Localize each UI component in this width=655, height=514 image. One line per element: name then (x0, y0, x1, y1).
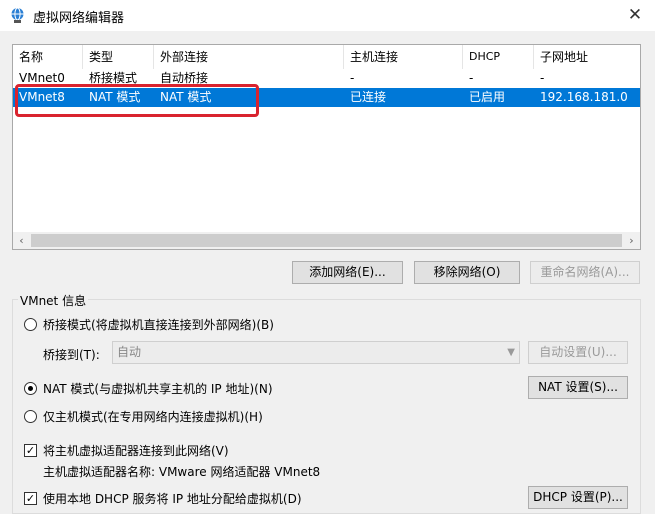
bridged-to-select[interactable]: 自动 ▼ (112, 341, 520, 364)
chevron-down-icon: ▼ (507, 347, 515, 358)
use-dhcp-label[interactable]: 使用本地 DHCP 服务将 IP 地址分配给虚拟机(D) (43, 490, 302, 507)
nat-mode-label[interactable]: NAT 模式(与虚拟机共享主机的 IP 地址)(N) (43, 380, 273, 397)
column-header-external[interactable]: 外部连接 (154, 45, 344, 69)
rename-network-button[interactable]: 重命名网络(A)... (530, 261, 640, 284)
close-icon[interactable]: ✕ (624, 5, 646, 25)
cell-host: 已连接 (350, 90, 387, 104)
remove-network-button[interactable]: 移除网络(O) (414, 261, 520, 284)
list-header: 名称 类型 外部连接 主机连接 DHCP 子网地址 (13, 45, 640, 69)
title-bar: 虚拟网络编辑器 ✕ (0, 0, 655, 31)
host-only-label[interactable]: 仅主机模式(在专用网络内连接虚拟机)(H) (43, 408, 263, 425)
cell-subnet: 192.168.181.0 (540, 90, 628, 104)
nat-settings-button[interactable]: NAT 设置(S)... (528, 376, 628, 399)
nat-mode-radio[interactable] (24, 382, 37, 395)
dhcp-settings-button[interactable]: DHCP 设置(P)... (528, 486, 628, 509)
cell-host: - (350, 71, 355, 85)
connect-adapter-label[interactable]: 将主机虚拟适配器连接到此网络(V) (43, 442, 229, 459)
cell-dhcp: 已启用 (469, 90, 506, 104)
auto-settings-button[interactable]: 自动设置(U)... (528, 341, 628, 364)
bridged-mode-label[interactable]: 桥接模式(将虚拟机直接连接到外部网络)(B) (43, 316, 274, 333)
scrollbar-thumb[interactable] (31, 234, 622, 247)
column-header-subnet[interactable]: 子网地址 (534, 45, 641, 69)
window-title: 虚拟网络编辑器 (33, 11, 125, 26)
bridged-to-label: 桥接到(T): (43, 348, 100, 362)
add-network-button[interactable]: 添加网络(E)... (292, 261, 403, 284)
use-dhcp-checkbox[interactable]: ✓ (24, 492, 37, 505)
column-header-host[interactable]: 主机连接 (344, 45, 463, 69)
column-header-dhcp[interactable]: DHCP (463, 45, 534, 69)
scroll-left-icon[interactable]: ‹ (13, 232, 30, 249)
column-header-type[interactable]: 类型 (83, 45, 154, 69)
bridged-to-value: 自动 (117, 345, 142, 359)
column-header-name[interactable]: 名称 (13, 45, 83, 69)
cell-subnet: - (540, 71, 545, 85)
cell-dhcp: - (469, 71, 474, 85)
connect-adapter-checkbox[interactable]: ✓ (24, 444, 37, 457)
red-highlight-box (15, 84, 259, 117)
network-globe-icon (11, 7, 24, 23)
horizontal-scrollbar[interactable]: ‹ › (13, 232, 640, 249)
network-list[interactable]: 名称 类型 外部连接 主机连接 DHCP 子网地址 VMnet0 桥接模式 自动… (12, 44, 641, 250)
bridged-mode-radio[interactable] (24, 318, 37, 331)
vmnet-info-label: VMnet 信息 (18, 292, 89, 309)
scroll-right-icon[interactable]: › (623, 232, 640, 249)
adapter-name-text: 主机虚拟适配器名称: VMware 网络适配器 VMnet8 (43, 465, 321, 479)
host-only-radio[interactable] (24, 410, 37, 423)
